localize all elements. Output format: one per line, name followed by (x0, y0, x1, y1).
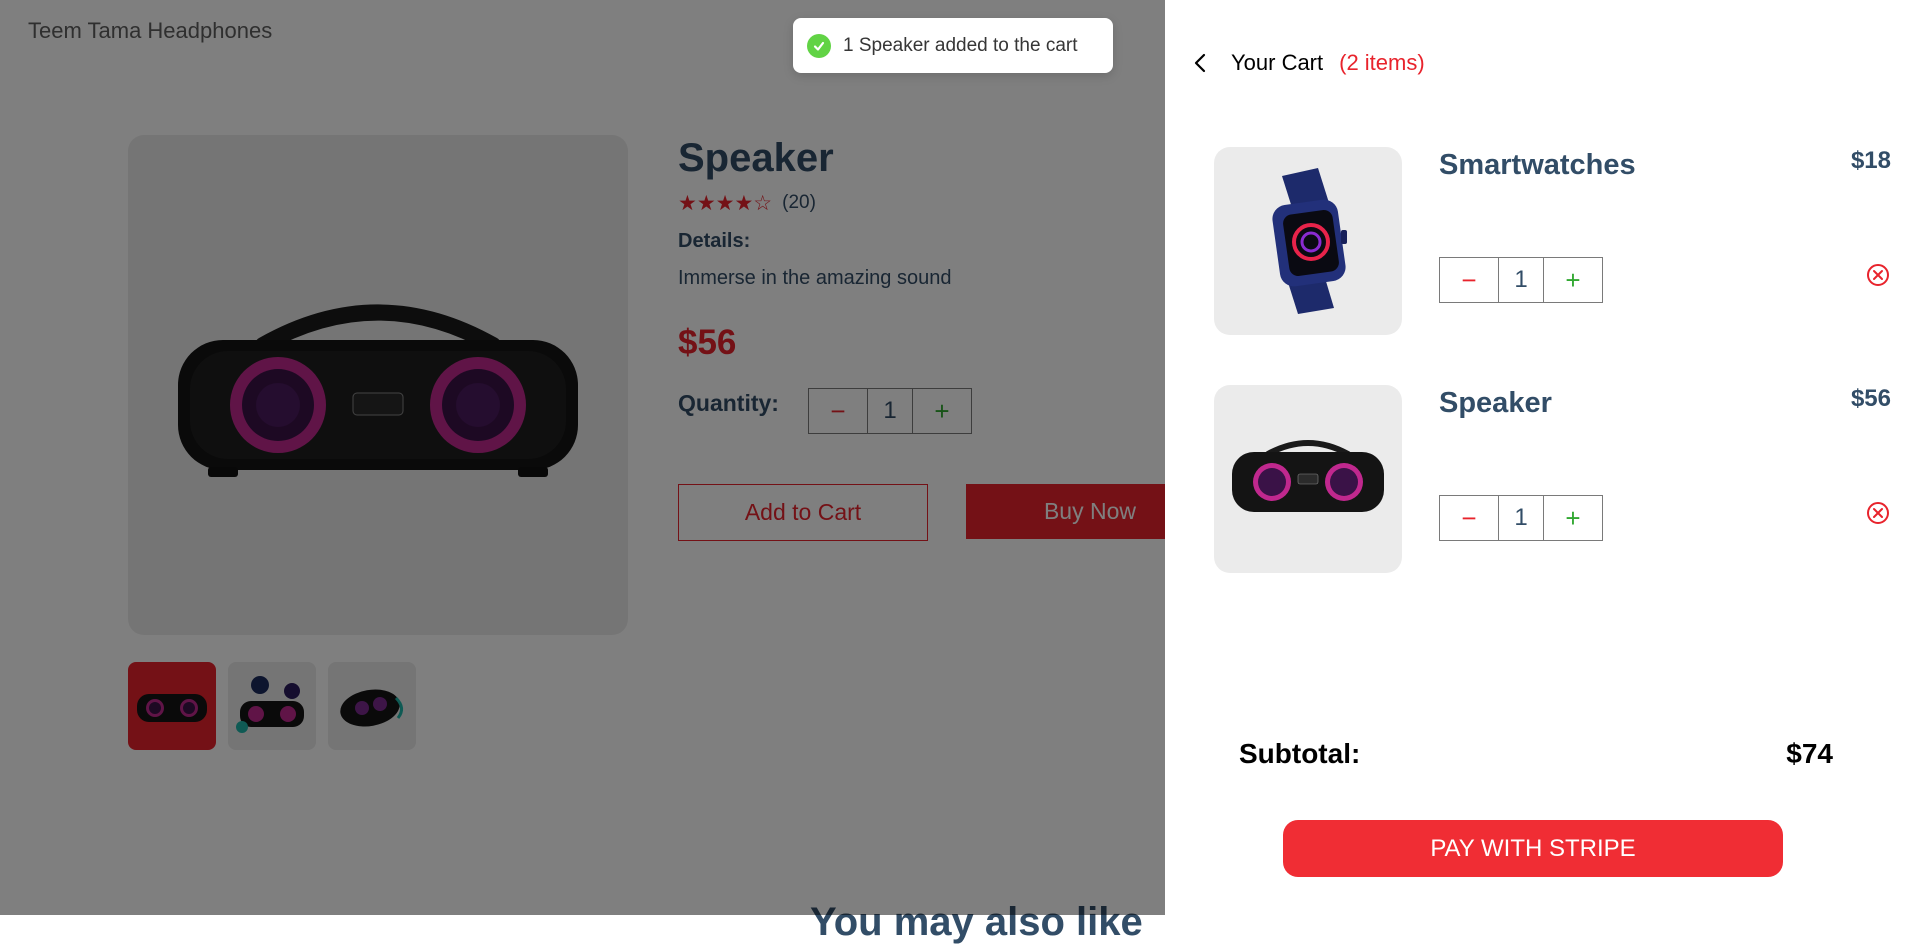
cart-item-quantity-stepper: − 1 + (1439, 257, 1603, 303)
remove-item-icon[interactable] (1866, 501, 1890, 530)
cart-item-price: $56 (1850, 385, 1891, 412)
pay-with-stripe-button[interactable]: PAY WITH STRIPE (1283, 820, 1783, 877)
cart-item-quantity-stepper: − 1 + (1439, 495, 1603, 541)
cart-item: Speaker $56 − 1 + (1214, 385, 1891, 575)
toast-notification: 1 Speaker added to the cart (793, 18, 1113, 73)
cart-title[interactable]: Your Cart (1231, 50, 1323, 76)
quantity-value: 1 (1498, 496, 1544, 540)
cart-item-image (1214, 147, 1402, 335)
quantity-value: 1 (1498, 258, 1544, 302)
check-circle-icon (807, 33, 831, 58)
toast-message: 1 Speaker added to the cart (843, 34, 1078, 56)
decrease-quantity-button[interactable]: − (1440, 258, 1498, 302)
speaker-image (1232, 440, 1384, 512)
cart-item: Smartwatches $18 − 1 + (1214, 147, 1891, 337)
chevron-left-icon[interactable] (1193, 48, 1217, 78)
cart-item-count: (2 items) (1339, 50, 1425, 75)
remove-item-icon[interactable] (1866, 263, 1890, 292)
increase-quantity-button[interactable]: + (1544, 258, 1602, 302)
cart-item-image (1214, 385, 1402, 573)
decrease-quantity-button[interactable]: − (1440, 496, 1498, 540)
increase-quantity-button[interactable]: + (1544, 496, 1602, 540)
cart-panel: Your Cart (2 items) Smartwatches $18 − 1… (1165, 0, 1907, 915)
cart-item-price: $18 (1850, 147, 1891, 174)
subtotal-value: $74 (1786, 738, 1833, 769)
subtotal-label: Subtotal: (1239, 738, 1361, 769)
cart-item-name: Smartwatches (1439, 149, 1636, 181)
smartwatch-image (1272, 168, 1347, 314)
cart-item-name: Speaker (1439, 387, 1552, 419)
cart-header: Your Cart (2 items) (1193, 48, 1425, 78)
backdrop-overlay[interactable] (0, 0, 1165, 915)
